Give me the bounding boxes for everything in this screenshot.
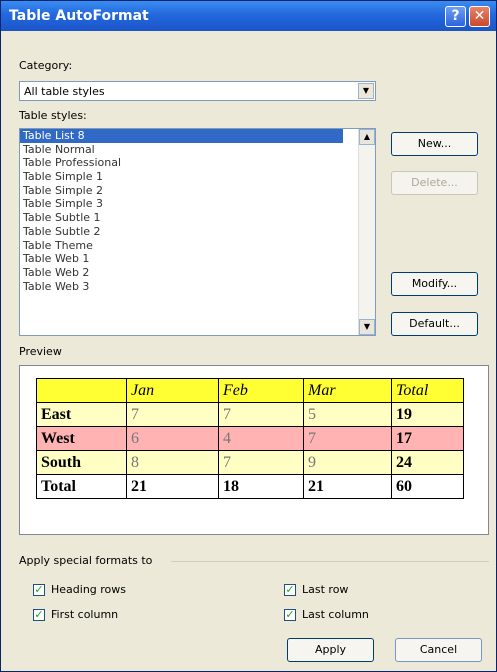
list-item[interactable]: Table Simple 3	[20, 197, 375, 211]
table-cell: 6	[126, 426, 219, 451]
checkmark-icon: ✓	[33, 582, 45, 596]
preview-label: Preview	[19, 345, 62, 358]
last-row-label: Last row	[302, 583, 349, 596]
new-button[interactable]: New...	[391, 132, 478, 156]
list-item[interactable]: Table Simple 1	[20, 170, 375, 184]
first-column-label: First column	[51, 608, 119, 621]
table-cell: 24	[391, 450, 464, 475]
table-row: South 8 7 9 24	[36, 450, 464, 475]
table-cell: Jan	[126, 378, 219, 403]
table-styles-list[interactable]: Table List 8 Table Normal Table Profession…	[19, 128, 376, 336]
arrow-up-icon[interactable]: ▲	[359, 129, 375, 145]
last-row-checkbox[interactable]: ✓ Last row	[284, 583, 348, 596]
table-cell: 7	[218, 402, 304, 427]
table-row: West 6 4 7 17	[36, 426, 464, 451]
table-styles-label: Table styles:	[19, 109, 87, 122]
help-icon: ?	[451, 8, 460, 24]
table-cell: Total	[36, 474, 127, 499]
table-cell: East	[36, 402, 127, 427]
preview-table: Jan Feb Mar Total East 7 7 5 19 West 6 4…	[36, 378, 464, 499]
table-row: East 7 7 5 19	[36, 402, 464, 427]
list-item[interactable]: Table Web 3	[20, 280, 375, 294]
table-cell: West	[36, 426, 127, 451]
table-cell: Total	[391, 378, 464, 403]
close-icon: ✕	[473, 8, 486, 24]
table-cell: 4	[218, 426, 304, 451]
help-button[interactable]: ?	[445, 6, 466, 27]
list-scrollbar[interactable]: ▲ ▼	[358, 129, 375, 335]
table-cell: 21	[303, 474, 392, 499]
table-cell: 7	[303, 426, 392, 451]
table-cell: 21	[126, 474, 219, 499]
table-row: Jan Feb Mar Total	[36, 378, 464, 403]
table-cell: 9	[303, 450, 392, 475]
table-cell: 18	[218, 474, 304, 499]
list-item[interactable]: Table Professional	[20, 156, 375, 170]
category-dropdown[interactable]: All table styles ▼	[19, 81, 376, 101]
table-cell: Mar	[303, 378, 392, 403]
arrow-down-icon[interactable]: ▼	[359, 319, 375, 335]
table-cell: 60	[391, 474, 464, 499]
heading-rows-label: Heading rows	[51, 583, 127, 596]
category-value: All table styles	[24, 85, 105, 98]
table-cell: 7	[218, 450, 304, 475]
table-cell: 17	[391, 426, 464, 451]
title-bar: Table AutoFormat ? ✕	[1, 1, 496, 31]
table-cell: 7	[126, 402, 219, 427]
preview-pane: Jan Feb Mar Total East 7 7 5 19 West 6 4…	[19, 365, 489, 535]
table-cell: South	[36, 450, 127, 475]
list-item[interactable]: Table Simple 2	[20, 184, 375, 198]
list-item[interactable]: Table Subtle 2	[20, 225, 375, 239]
checkmark-icon: ✓	[284, 582, 296, 596]
table-cell	[36, 378, 127, 403]
category-label: Category:	[19, 59, 73, 72]
list-item[interactable]: Table Subtle 1	[20, 211, 375, 225]
list-item[interactable]: Table List 8	[20, 129, 343, 143]
special-formats-label: Apply special formats to	[19, 554, 153, 567]
list-item[interactable]: Table Web 2	[20, 266, 375, 280]
table-cell: 8	[126, 450, 219, 475]
table-cell: Feb	[218, 378, 304, 403]
table-autoformat-dialog: Table AutoFormat ? ✕ Category: All table…	[0, 0, 497, 672]
list-item[interactable]: Table Normal	[20, 143, 375, 157]
checkmark-icon: ✓	[33, 607, 45, 621]
delete-button[interactable]: Delete...	[391, 171, 478, 195]
modify-button[interactable]: Modify...	[391, 272, 478, 296]
last-column-checkbox[interactable]: ✓ Last column	[284, 608, 369, 621]
table-cell: 19	[391, 402, 464, 427]
table-cell: 5	[303, 402, 392, 427]
first-column-checkbox[interactable]: ✓ First column	[33, 608, 118, 621]
cancel-button[interactable]: Cancel	[395, 638, 482, 662]
group-divider	[171, 561, 489, 562]
apply-button[interactable]: Apply	[287, 638, 374, 662]
heading-rows-checkbox[interactable]: ✓ Heading rows	[33, 583, 126, 596]
table-row: Total 21 18 21 60	[36, 474, 464, 499]
last-column-label: Last column	[302, 608, 369, 621]
list-item[interactable]: Table Web 1	[20, 252, 375, 266]
default-button[interactable]: Default...	[391, 312, 478, 336]
chevron-down-icon[interactable]: ▼	[358, 83, 374, 99]
list-item[interactable]: Table Theme	[20, 239, 375, 253]
checkmark-icon: ✓	[284, 607, 296, 621]
dialog-title: Table AutoFormat	[9, 8, 149, 24]
close-button[interactable]: ✕	[469, 6, 490, 27]
